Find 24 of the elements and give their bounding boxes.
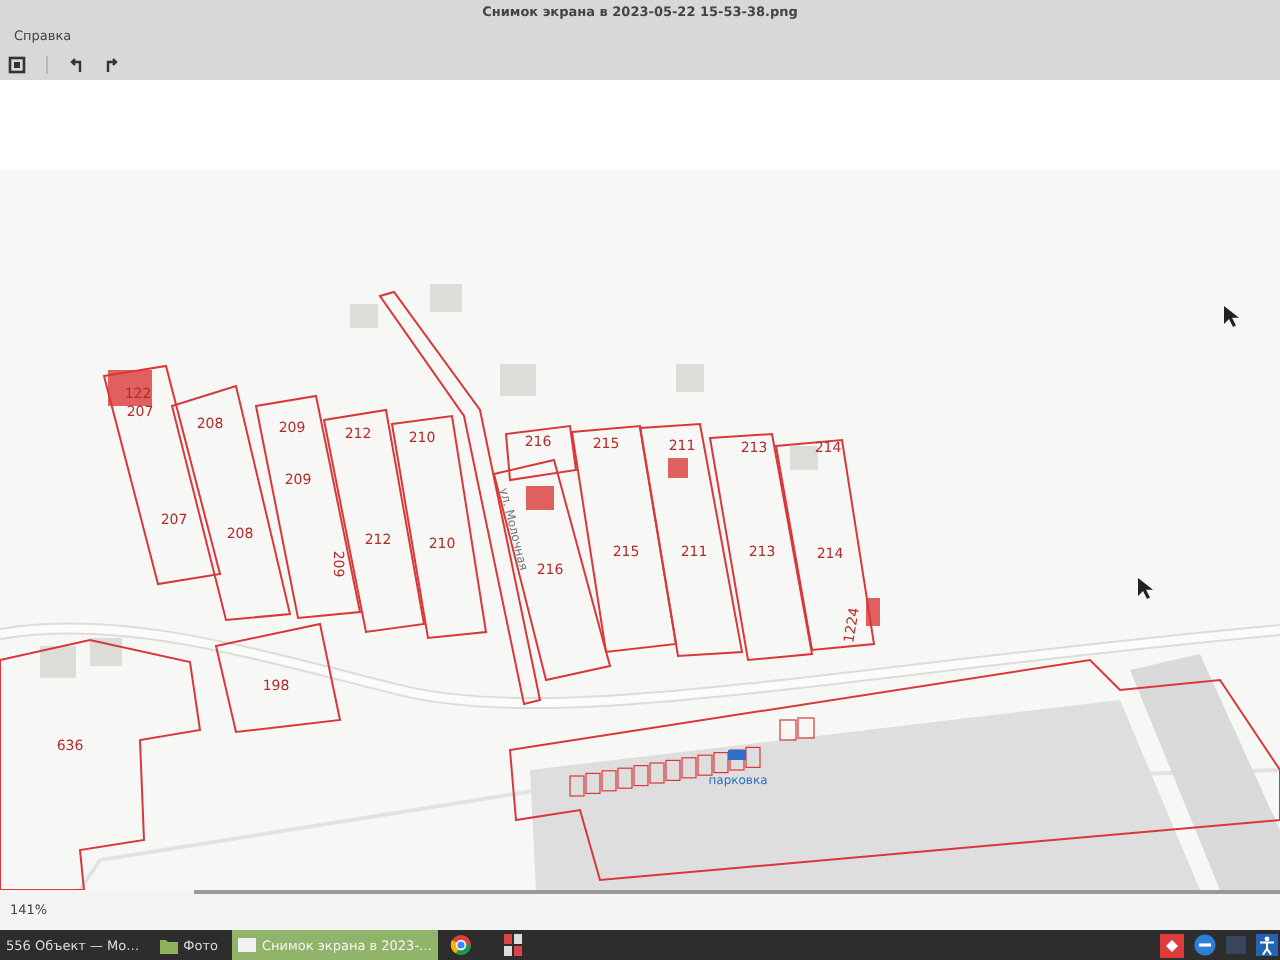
parking-space — [779, 719, 797, 741]
building — [108, 370, 152, 406]
building — [40, 646, 76, 678]
building — [668, 458, 688, 478]
fit-icon[interactable] — [8, 55, 26, 73]
browser-icon[interactable] — [450, 934, 473, 956]
cursor-icon — [1224, 306, 1239, 327]
rotate-right-icon[interactable] — [104, 55, 120, 73]
horizontal-scrollbar[interactable] — [194, 890, 1280, 894]
accessibility-icon[interactable] — [1256, 934, 1278, 956]
building — [500, 364, 536, 396]
cursor-icon — [1138, 578, 1153, 599]
rotate-left-icon[interactable] — [68, 55, 84, 73]
building — [790, 446, 818, 470]
building — [676, 364, 704, 392]
building — [526, 486, 554, 510]
building — [430, 284, 462, 312]
image-icon — [237, 938, 256, 952]
building — [350, 304, 378, 328]
folder-icon — [159, 937, 178, 953]
parking-icon — [728, 750, 746, 760]
app-icon[interactable] — [504, 934, 523, 956]
parking-space — [797, 717, 815, 739]
building — [90, 638, 122, 666]
